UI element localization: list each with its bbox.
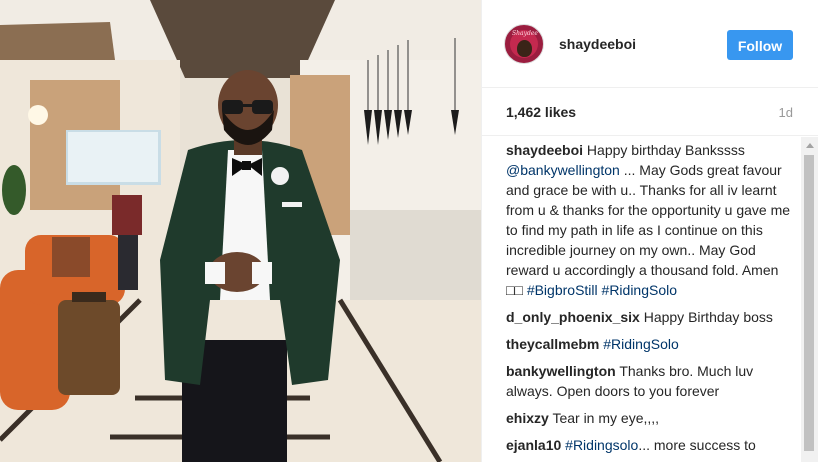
hashtag-link[interactable]: #RidingSolo — [602, 282, 678, 298]
hashtag-link[interactable]: #BigbroStill — [527, 282, 598, 298]
comment-text: ... May Gods great favour and grace be w… — [506, 162, 791, 298]
hashtag-link[interactable]: #Ridingsolo — [565, 437, 638, 453]
comment: d_only_phoenix_six Happy Birthday boss — [506, 307, 796, 327]
comment-username[interactable]: theycallmebm — [506, 336, 599, 352]
post-header: Shaydee shaydeeboi Follow — [482, 0, 818, 88]
comment: shaydeeboi Happy birthday Bankssss @bank… — [506, 140, 796, 300]
hashtag-link[interactable]: #RidingSolo — [603, 336, 679, 352]
scrollbar-thumb[interactable] — [804, 155, 814, 451]
comments-list: shaydeeboi Happy birthday Bankssss @bank… — [506, 138, 796, 462]
avatar-face — [517, 40, 532, 57]
likes-row: 1,462 likes 1d — [482, 88, 818, 136]
comment-username[interactable]: shaydeeboi — [506, 142, 583, 158]
comment: theycallmebm #RidingSolo — [506, 334, 796, 354]
comment-text: Tear in my eye,,,, — [548, 410, 660, 426]
post-timestamp[interactable]: 1d — [779, 105, 793, 120]
hashtag-link[interactable]: @bankywellington — [506, 162, 620, 178]
comment-username[interactable]: ehixzy — [506, 410, 549, 426]
comment-username[interactable]: ejanla10 — [506, 437, 561, 453]
avatar[interactable]: Shaydee — [504, 24, 544, 64]
comment-text: Happy birthday Bankssss — [583, 142, 745, 158]
scroll-up-arrow-icon[interactable] — [801, 137, 818, 154]
comment-text: Happy Birthday boss — [639, 309, 773, 325]
avatar-logo-text: Shaydee — [512, 30, 538, 37]
comment-text: ... more success to — [638, 437, 756, 453]
photo-image — [0, 0, 481, 462]
likes-count[interactable]: 1,462 likes — [506, 104, 576, 120]
username-link[interactable]: shaydeeboi — [559, 36, 636, 52]
comments-scrollbar[interactable] — [801, 137, 818, 462]
follow-button[interactable]: Follow — [727, 30, 793, 60]
comment: ejanla10 #Ridingsolo... more success to — [506, 435, 796, 455]
post-sidebar: Shaydee shaydeeboi Follow 1,462 likes 1d… — [481, 0, 818, 462]
comment-username[interactable]: d_only_phoenix_six — [506, 309, 640, 325]
comment-username[interactable]: bankywellington — [506, 363, 616, 379]
comment: ehixzy Tear in my eye,,,, — [506, 408, 796, 428]
comment: bankywellington Thanks bro. Much luv alw… — [506, 361, 796, 401]
post-photo[interactable] — [0, 0, 481, 462]
